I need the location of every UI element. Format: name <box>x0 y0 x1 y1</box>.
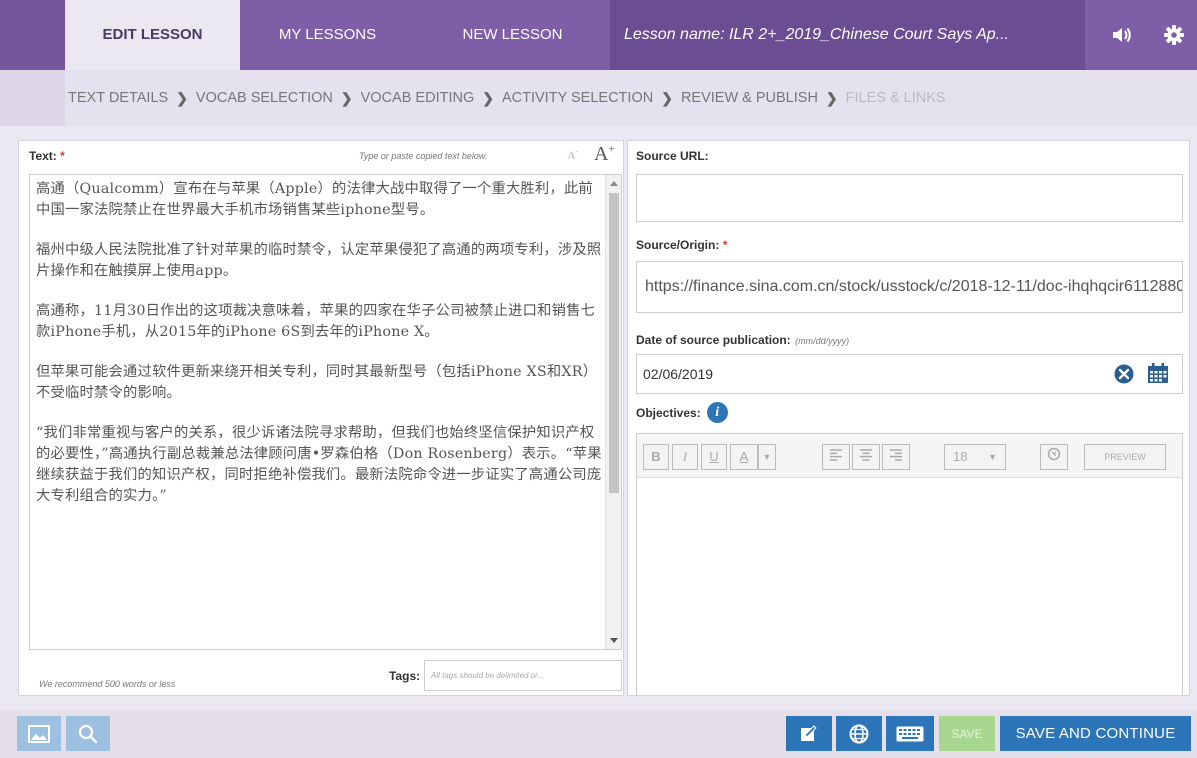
font-size-select[interactable]: 18 ▼ <box>944 444 1006 470</box>
align-center-button[interactable] <box>852 444 880 470</box>
tab-new-lesson[interactable]: NEW LESSON <box>415 0 610 70</box>
source-panel: Source URL: Source/Origin: * https://fin… <box>627 140 1190 697</box>
text-paragraph: 高通（Qualcomm）宣布在与苹果（Apple）的法律大战中取得了一个重大胜利… <box>36 181 593 218</box>
nav-left-spacer <box>0 0 65 70</box>
text-scrollbar[interactable] <box>605 175 621 649</box>
preview-button[interactable]: PREVIEW <box>1084 444 1166 470</box>
edit-button[interactable] <box>786 716 832 751</box>
font-color-button[interactable]: A <box>730 444 758 470</box>
top-nav: EDIT LESSON MY LESSONS NEW LESSON Lesson… <box>0 0 1197 70</box>
info-icon[interactable]: i <box>706 402 728 423</box>
edit-icon <box>801 724 817 741</box>
align-left-icon <box>830 449 842 461</box>
chevron-right-icon: ❯ <box>482 89 494 106</box>
source-origin-label: Source/Origin: * <box>636 238 728 252</box>
text-paragraph: “我们非常重视与客户的关系，很少诉诸法院寻求帮助，但我们也始终坚信保护知识产权的… <box>36 425 602 504</box>
editor-toolbar: B I U A ▼ 18 ▼ PREVIEW <box>637 434 1182 478</box>
text-paragraph: 福州中级人民法院批准了针对苹果的临时禁令，认定苹果侵犯了高通的两项专利，涉及照片… <box>36 242 602 279</box>
lesson-name: Lesson name: ILR 2+_2019_Chinese Court S… <box>610 0 1085 70</box>
italic-button[interactable]: I <box>672 444 698 470</box>
steps-left-spacer <box>0 70 65 126</box>
chevron-right-icon: ❯ <box>176 89 188 106</box>
keyboard-button[interactable] <box>886 716 934 751</box>
step-files-links[interactable]: FILES & LINKS <box>846 90 946 106</box>
source-code-button[interactable] <box>1040 444 1068 470</box>
gear-icon <box>1163 25 1184 45</box>
chevron-right-icon: ❯ <box>661 89 673 106</box>
date-input[interactable]: 02/06/2019 <box>636 354 1183 394</box>
bold-button[interactable]: B <box>643 444 669 470</box>
step-review-publish[interactable]: REVIEW & PUBLISH <box>681 90 818 106</box>
font-decrease-button[interactable]: A- <box>567 147 578 163</box>
step-text-details[interactable]: TEXT DETAILS <box>68 90 168 106</box>
text-label: Text: * <box>29 149 65 163</box>
clear-date-button[interactable] <box>1114 364 1134 389</box>
text-paragraph: 但苹果可能会通过软件更新来绕开相关专利，同时其最新型号（包括iPhone XS和… <box>36 364 598 401</box>
tags-input[interactable]: All tags should be delimited or... <box>424 660 622 691</box>
image-icon <box>28 724 50 743</box>
bottom-toolbar: SAVE SAVE AND CONTINUE <box>0 710 1197 758</box>
tags-label: Tags: <box>389 669 421 683</box>
step-vocab-selection[interactable]: VOCAB SELECTION <box>196 90 333 106</box>
tab-edit-lesson[interactable]: EDIT LESSON <box>65 0 240 70</box>
align-right-icon <box>890 449 902 461</box>
chevron-right-icon: ❯ <box>340 89 353 106</box>
objectives-label: Objectives: i <box>636 402 728 423</box>
source-origin-input[interactable]: https://finance.sina.com.cn/stock/usstoc… <box>636 261 1183 313</box>
source-icon <box>1047 447 1061 461</box>
scroll-up-arrow-icon[interactable] <box>610 181 618 186</box>
step-vocab-editing[interactable]: VOCAB EDITING <box>361 90 475 106</box>
clear-circle-icon <box>1114 364 1134 384</box>
chevron-right-icon: ❯ <box>825 89 838 106</box>
settings-button[interactable] <box>1150 0 1197 70</box>
globe-icon <box>849 724 869 743</box>
text-paragraph: 高通称，11月30日作出的这项裁决意味着，苹果的四家在华子公司被禁止进口和销售七… <box>36 303 596 340</box>
word-recommendation: We recommend 500 words or less <box>39 679 176 689</box>
font-color-dropdown[interactable]: ▼ <box>758 444 776 470</box>
date-label: Date of source publication: (mm/dd/yyyy) <box>636 333 850 347</box>
step-breadcrumb: TEXT DETAILS ❯ VOCAB SELECTION ❯ VOCAB E… <box>0 70 1197 126</box>
image-button[interactable] <box>17 716 61 751</box>
search-button[interactable] <box>66 716 110 751</box>
chevron-down-icon: ▼ <box>988 452 997 462</box>
align-left-button[interactable] <box>822 444 850 470</box>
source-url-label: Source URL: <box>636 149 709 163</box>
calendar-button[interactable] <box>1147 363 1169 389</box>
text-input[interactable]: 高通（Qualcomm）宣布在与苹果（Apple）的法律大战中取得了一个重大胜利… <box>29 174 622 650</box>
objectives-editor[interactable]: B I U A ▼ 18 ▼ PREVIEW <box>636 433 1183 697</box>
keyboard-icon <box>896 726 924 741</box>
speaker-icon <box>1113 27 1131 43</box>
search-icon <box>78 724 98 743</box>
tab-my-lessons[interactable]: MY LESSONS <box>240 0 415 70</box>
step-activity-selection[interactable]: ACTIVITY SELECTION <box>502 90 653 106</box>
save-button[interactable]: SAVE <box>939 716 995 751</box>
text-panel: Text: * Type or paste copied text below.… <box>18 140 624 696</box>
underline-button[interactable]: U <box>701 444 727 470</box>
font-increase-button[interactable]: A+ <box>594 143 615 166</box>
speaker-button[interactable] <box>1097 0 1147 70</box>
align-center-icon <box>860 449 872 461</box>
save-and-continue-button[interactable]: SAVE AND CONTINUE <box>1000 716 1191 751</box>
language-button[interactable] <box>836 716 882 751</box>
align-right-button[interactable] <box>882 444 910 470</box>
text-hint: Type or paste copied text below. <box>359 151 488 161</box>
scroll-down-arrow-icon[interactable] <box>610 638 618 643</box>
scrollbar-thumb[interactable] <box>609 193 619 493</box>
text-content: 高通（Qualcomm）宣布在与苹果（Apple）的法律大战中取得了一个重大胜利… <box>36 179 604 526</box>
calendar-icon <box>1148 363 1168 383</box>
source-url-input[interactable] <box>636 174 1183 222</box>
